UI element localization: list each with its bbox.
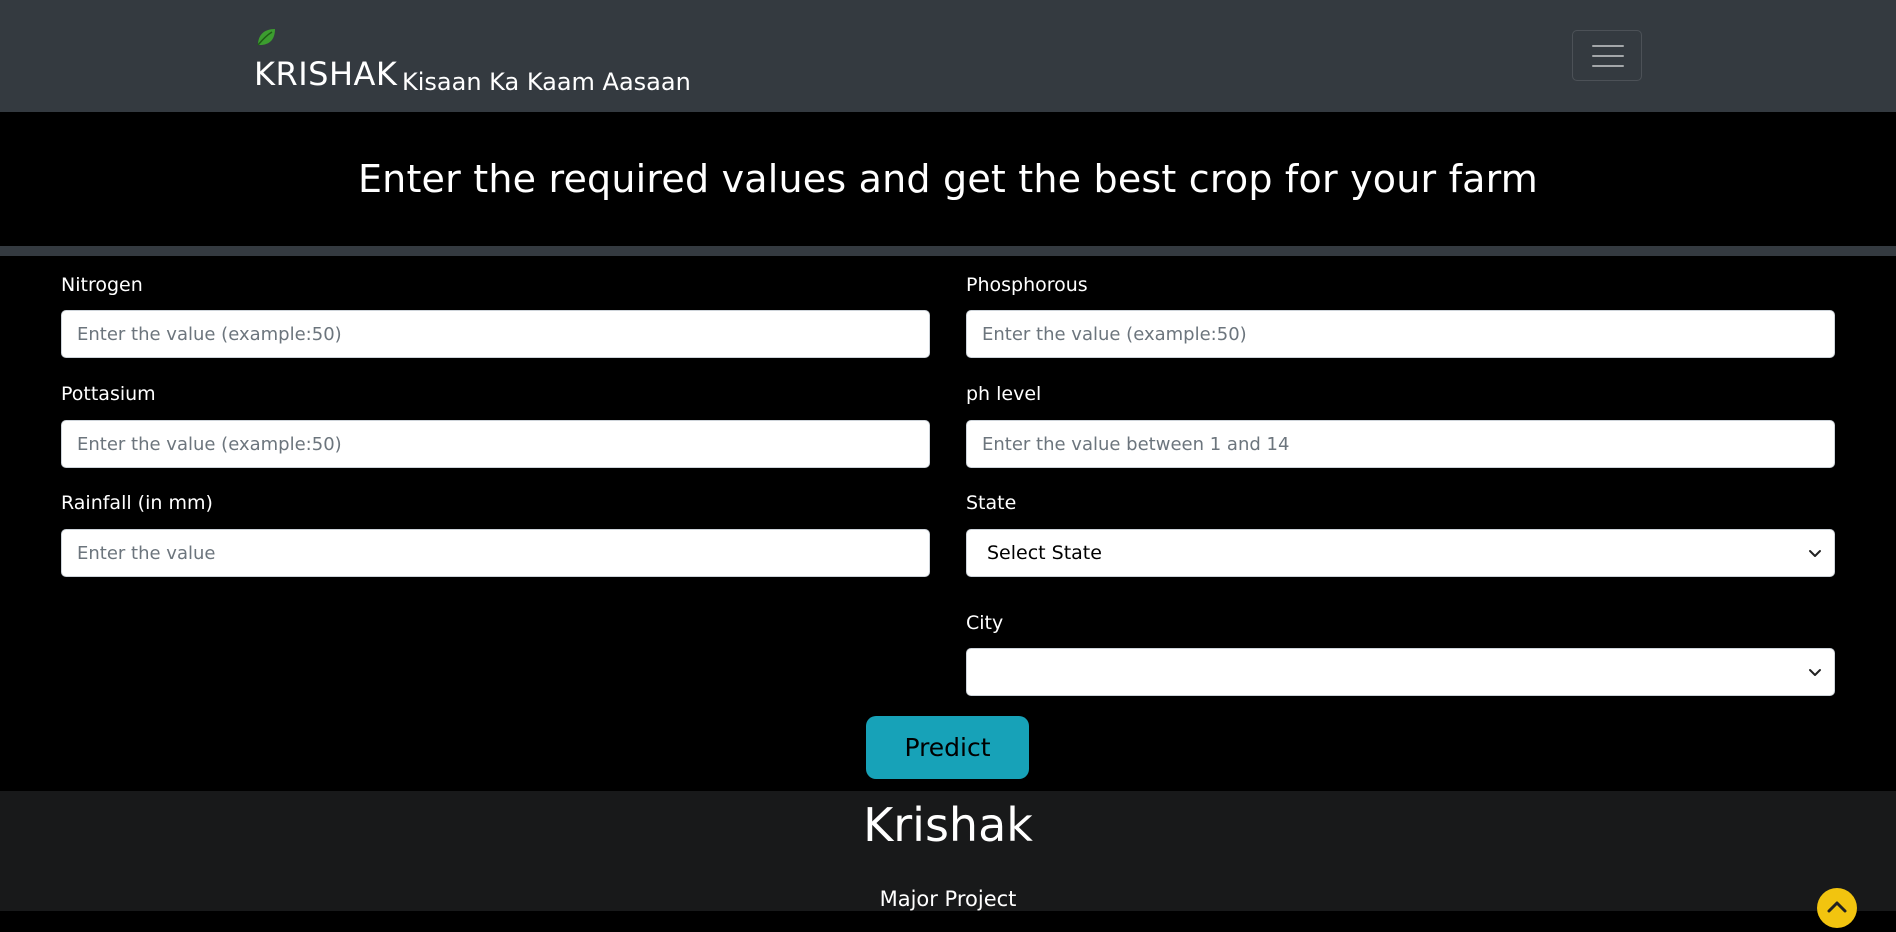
leaf-icon: [257, 29, 275, 46]
phosphorous-label: Phosphorous: [966, 274, 1088, 296]
rainfall-label: Rainfall (in mm): [61, 492, 213, 514]
predict-button[interactable]: Predict: [866, 716, 1029, 779]
chevron-down-icon: [1809, 669, 1821, 676]
brand-tagline: Kisaan Ka Kaam Aasaan: [402, 68, 691, 96]
nitrogen-label: Nitrogen: [61, 274, 143, 296]
footer-subtitle: Major Project: [879, 887, 1017, 911]
chevron-up-icon: [1827, 901, 1847, 913]
pottasium-label: Pottasium: [61, 383, 156, 405]
chevron-down-icon: [1809, 550, 1821, 557]
navbar-toggle-button[interactable]: [1572, 30, 1642, 81]
state-select-value: Select State: [987, 542, 1102, 564]
rainfall-input[interactable]: [61, 529, 930, 577]
hamburger-icon-line: [1592, 55, 1624, 57]
ph-level-input[interactable]: [966, 420, 1835, 468]
navbar: KRISHAK Kisaan Ka Kaam Aasaan: [0, 0, 1896, 112]
phosphorous-input[interactable]: [966, 310, 1835, 358]
footer-title: Krishak: [863, 798, 1033, 852]
nitrogen-input[interactable]: [61, 310, 930, 358]
state-label: State: [966, 492, 1017, 514]
city-select[interactable]: [966, 648, 1835, 696]
ph-level-label: ph level: [966, 383, 1042, 405]
page-title: Enter the required values and get the be…: [357, 157, 1539, 201]
section-divider: [0, 246, 1896, 256]
hamburger-icon-line: [1592, 65, 1624, 67]
city-label: City: [966, 612, 1004, 634]
pottasium-input[interactable]: [61, 420, 930, 468]
scroll-to-top-button[interactable]: [1817, 888, 1857, 928]
state-select[interactable]: Select State: [966, 529, 1835, 577]
hamburger-icon: [1592, 45, 1624, 47]
page-heading-band: Enter the required values and get the be…: [0, 112, 1896, 246]
brand-name[interactable]: KRISHAK: [254, 56, 397, 92]
